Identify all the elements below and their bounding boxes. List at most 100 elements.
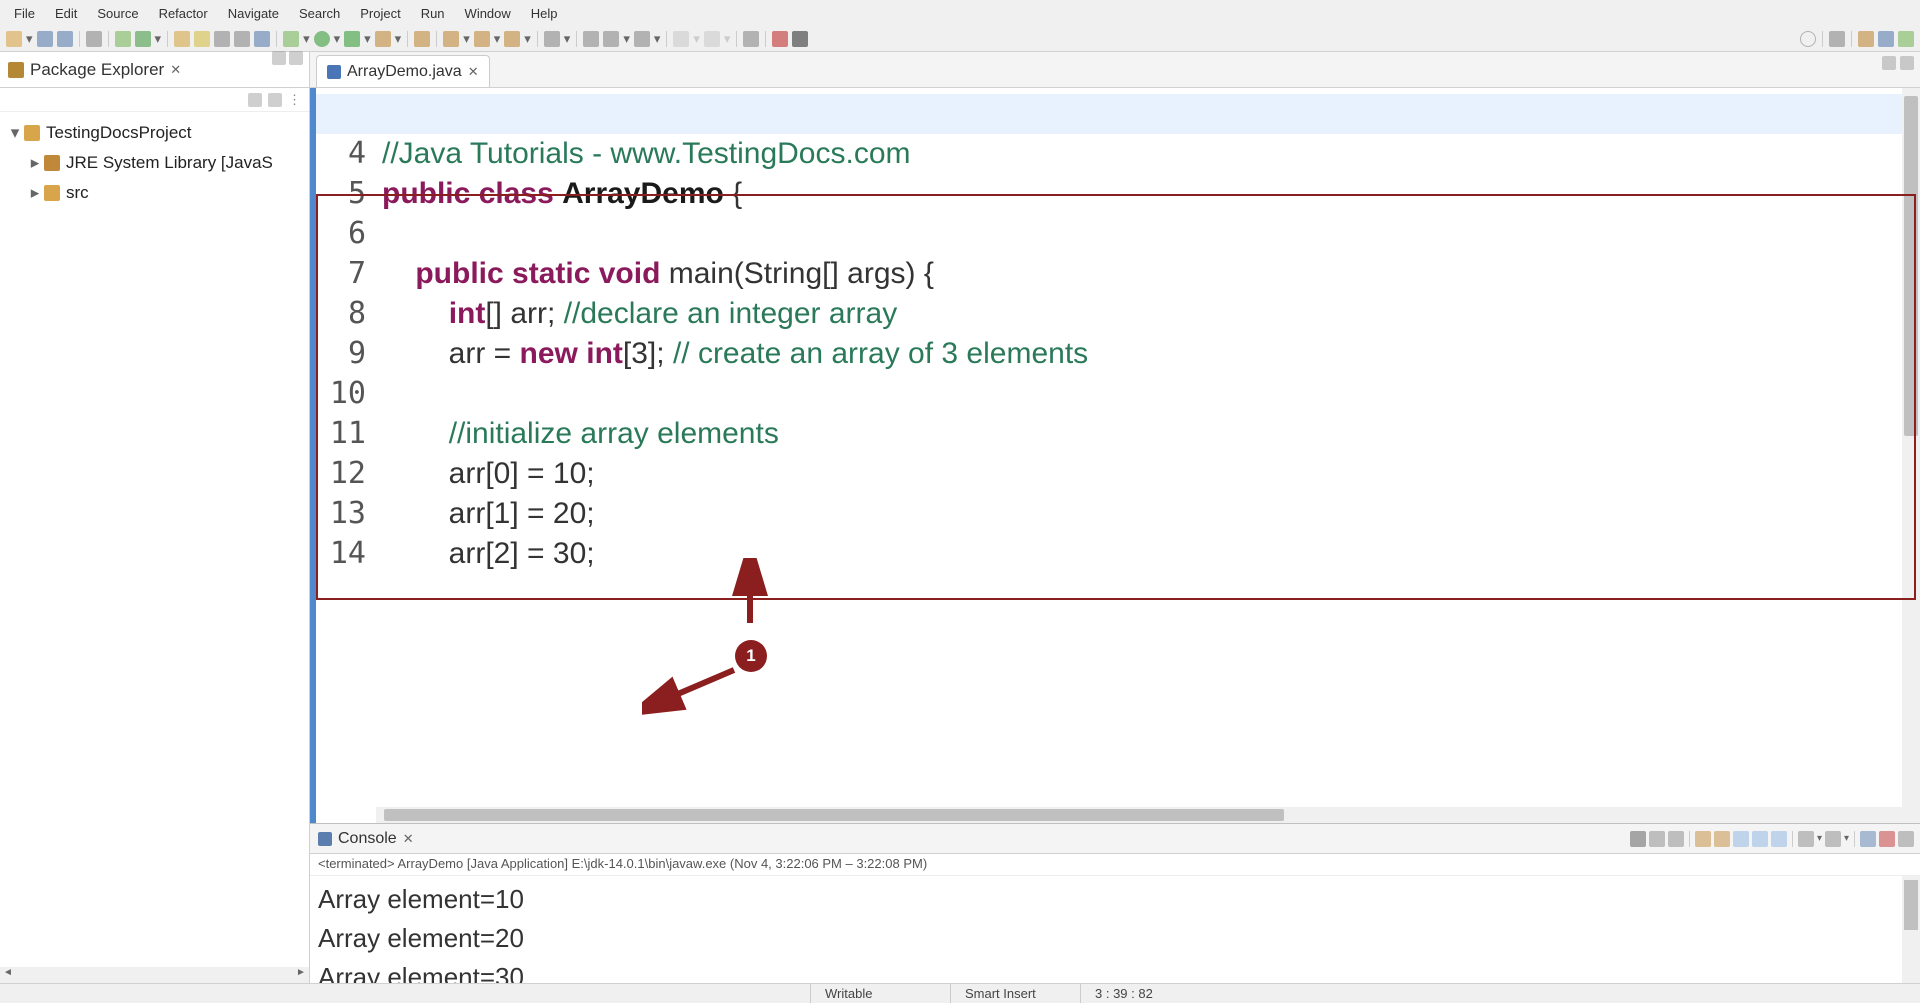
menu-help[interactable]: Help <box>521 2 568 25</box>
terminate-icon[interactable] <box>1630 831 1646 847</box>
scroll-lock-icon[interactable] <box>1714 831 1730 847</box>
menu-edit[interactable]: Edit <box>45 2 87 25</box>
pin-console-icon[interactable] <box>1798 831 1814 847</box>
show-on-err-icon[interactable] <box>1771 831 1787 847</box>
java-browsing-icon[interactable] <box>1878 31 1894 47</box>
link-editor-icon[interactable] <box>268 93 282 107</box>
build-icon[interactable] <box>86 31 102 47</box>
refresh-icon[interactable] <box>135 31 151 47</box>
bug-icon[interactable] <box>772 31 788 47</box>
block-icon[interactable] <box>603 31 619 47</box>
search-global-icon[interactable] <box>1800 31 1816 47</box>
maximize-icon[interactable] <box>289 51 303 65</box>
annotation-arrow-up <box>730 558 770 628</box>
chevron-right-icon[interactable]: ▸ <box>28 183 42 203</box>
debug-persp-icon[interactable] <box>1898 31 1914 47</box>
console-view: Console ✕ ▾ ▾ <box>310 823 1920 983</box>
horizontal-scrollbar[interactable] <box>0 967 309 983</box>
open-type-icon[interactable] <box>214 31 230 47</box>
save-all-icon[interactable] <box>57 31 73 47</box>
code-content[interactable]: //Java Tutorials - www.TestingDocs.com p… <box>376 88 1920 823</box>
skip-icon[interactable] <box>583 31 599 47</box>
jre-label: JRE System Library [JavaS <box>66 153 273 173</box>
remove-all-icon[interactable] <box>1668 831 1684 847</box>
package-explorer-tab[interactable]: Package Explorer ✕ <box>0 52 309 88</box>
menu-project[interactable]: Project <box>350 2 410 25</box>
ext-tools-icon[interactable] <box>375 31 391 47</box>
new-pkg-icon[interactable] <box>414 31 430 47</box>
collapse-all-icon[interactable] <box>248 93 262 107</box>
new-enum-icon[interactable] <box>504 31 520 47</box>
minimize-icon[interactable] <box>1882 56 1896 70</box>
vertical-scrollbar[interactable] <box>1902 876 1920 983</box>
debug-icon[interactable] <box>283 31 299 47</box>
task-icon[interactable] <box>234 31 250 47</box>
menu-file[interactable]: File <box>4 2 45 25</box>
status-bar: Writable Smart Insert 3 : 39 : 82 <box>0 983 1920 1003</box>
menu-navigate[interactable]: Navigate <box>218 2 289 25</box>
close-icon[interactable]: ✕ <box>170 62 181 78</box>
tree-jre-lib[interactable]: ▸ JRE System Library [JavaS <box>0 148 309 178</box>
remove-icon[interactable] <box>1649 831 1665 847</box>
package-explorer-toolbar: ⋮ <box>0 88 309 112</box>
toggle-icon[interactable] <box>115 31 131 47</box>
close-icon[interactable]: ✕ <box>403 831 414 847</box>
new-icon[interactable] <box>6 31 22 47</box>
project-tree: ▾ TestingDocsProject ▸ JRE System Librar… <box>0 112 309 967</box>
save-icon[interactable] <box>37 31 53 47</box>
horizontal-scrollbar[interactable] <box>376 807 1902 823</box>
status-insert-mode: Smart Insert <box>950 984 1080 1003</box>
chevron-right-icon[interactable]: ▸ <box>28 153 42 173</box>
cloud-icon[interactable] <box>792 31 808 47</box>
src-folder-icon <box>44 185 60 201</box>
minimize-icon[interactable] <box>272 51 286 65</box>
menu-refactor[interactable]: Refactor <box>149 2 218 25</box>
menu-search[interactable]: Search <box>289 2 350 25</box>
status-cursor-pos: 3 : 39 : 82 <box>1080 984 1220 1003</box>
persp-icon[interactable] <box>1829 31 1845 47</box>
search-icon[interactable] <box>194 31 210 47</box>
console-tabbar: Console ✕ ▾ ▾ <box>310 824 1920 854</box>
console-icon <box>318 832 332 846</box>
chevron-down-icon[interactable]: ▾ <box>8 123 22 143</box>
format-icon[interactable] <box>634 31 650 47</box>
project-label: TestingDocsProject <box>46 123 192 143</box>
new-class-icon[interactable] <box>443 31 459 47</box>
coverage-icon[interactable] <box>344 31 360 47</box>
maximize-icon[interactable] <box>1900 56 1914 70</box>
editor-area: ArrayDemo.java ✕ 3 4 5 6 7 8 9 10 11 12 … <box>310 52 1920 983</box>
annotation-arrow-diag <box>642 665 742 715</box>
clear-icon[interactable] <box>1695 831 1711 847</box>
pin-icon[interactable] <box>254 31 270 47</box>
step-icon[interactable] <box>544 31 560 47</box>
back-icon[interactable] <box>673 31 689 47</box>
new-console-icon[interactable] <box>1898 831 1914 847</box>
display-console-icon[interactable] <box>1825 831 1841 847</box>
annotation-badge: 1 <box>735 640 767 672</box>
menu-source[interactable]: Source <box>87 2 148 25</box>
console-title: Console <box>338 830 397 848</box>
max-icon[interactable] <box>1879 831 1895 847</box>
word-wrap-icon[interactable] <box>1733 831 1749 847</box>
tree-project[interactable]: ▾ TestingDocsProject <box>0 118 309 148</box>
pin2-icon[interactable] <box>743 31 759 47</box>
new-interface-icon[interactable] <box>474 31 490 47</box>
tree-src[interactable]: ▸ src <box>0 178 309 208</box>
toolbar: ▾ ▾ ▾ ▾ ▾ ▾ ▾ ▾ ▾ ▾ ▾ ▾ ▾ ▾ <box>0 26 1920 52</box>
package-explorer-view: Package Explorer ✕ ⋮ ▾ TestingDocsProjec… <box>0 52 310 983</box>
console-output[interactable]: Array element=10 Array element=20 Array … <box>310 876 1920 983</box>
run-icon[interactable] <box>314 31 330 47</box>
src-label: src <box>66 183 89 203</box>
wand-icon[interactable] <box>174 31 190 47</box>
fwd-icon[interactable] <box>704 31 720 47</box>
show-on-out-icon[interactable] <box>1752 831 1768 847</box>
min-icon[interactable] <box>1860 831 1876 847</box>
view-menu-icon[interactable]: ⋮ <box>288 92 301 108</box>
main-area: Package Explorer ✕ ⋮ ▾ TestingDocsProjec… <box>0 52 1920 983</box>
close-icon[interactable]: ✕ <box>468 64 479 80</box>
editor-tab-arraydemo[interactable]: ArrayDemo.java ✕ <box>316 55 490 87</box>
code-editor[interactable]: 3 4 5 6 7 8 9 10 11 12 13 14 //Java Tuto… <box>310 88 1920 823</box>
menu-window[interactable]: Window <box>455 2 521 25</box>
menu-run[interactable]: Run <box>411 2 455 25</box>
java-persp-icon[interactable] <box>1858 31 1874 47</box>
